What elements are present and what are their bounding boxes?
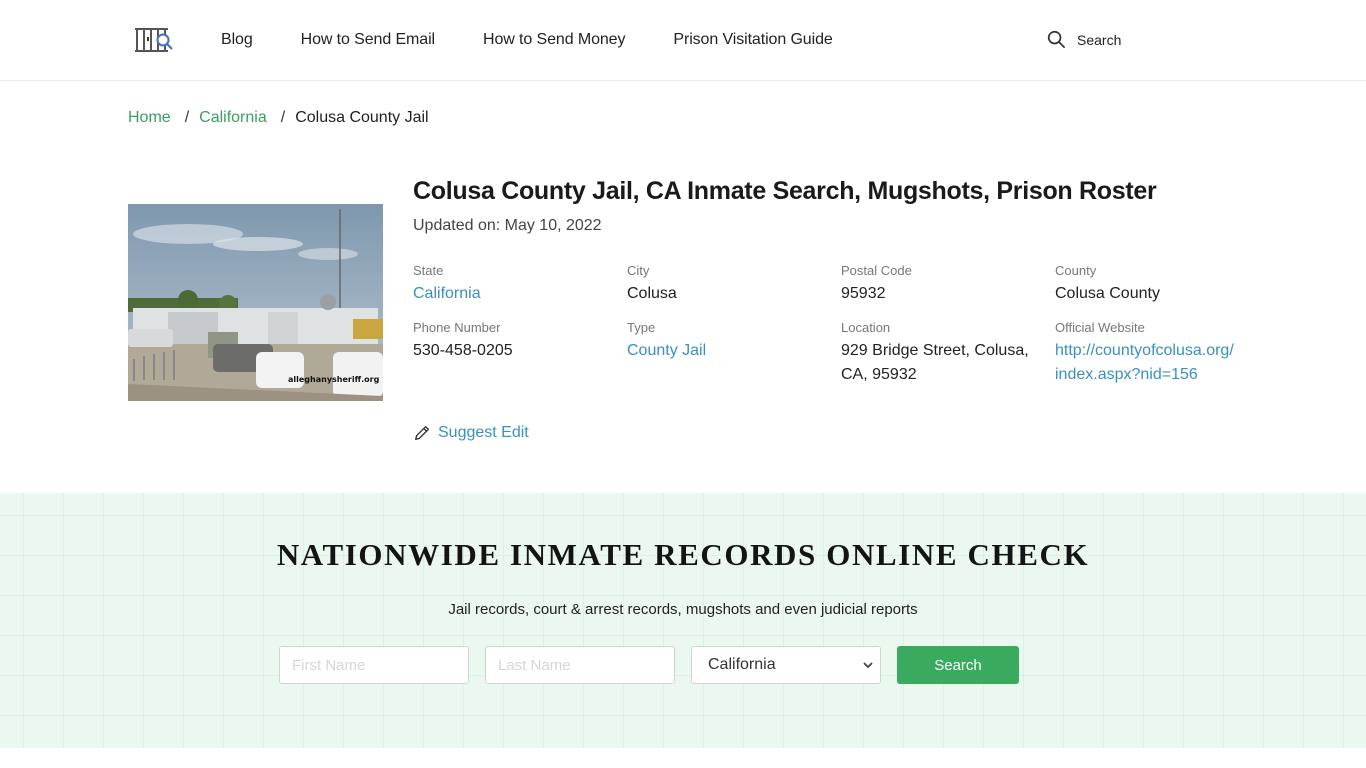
- breadcrumb-separator: /: [280, 109, 286, 126]
- info-county: County Colusa County: [1055, 263, 1273, 306]
- info-label: Phone Number: [413, 320, 501, 335]
- jail-building-image: alleghanysheriff.org: [128, 204, 383, 401]
- inmate-search-form: California Search: [279, 646, 1019, 684]
- info-label: Type: [627, 320, 656, 335]
- info-label: Location: [841, 320, 891, 335]
- search-icon: [1047, 30, 1065, 48]
- facility-photo: alleghanysheriff.org: [128, 204, 383, 401]
- nav-blog[interactable]: Blog: [221, 30, 253, 50]
- state-select[interactable]: California: [691, 646, 881, 684]
- state-link[interactable]: California: [413, 282, 627, 306]
- header-search-button[interactable]: Search: [1047, 30, 1121, 49]
- site-logo[interactable]: [134, 26, 176, 54]
- chevron-down-icon: [863, 662, 873, 669]
- info-value: Colusa: [627, 285, 677, 302]
- info-label: County: [1055, 263, 1097, 278]
- search-button[interactable]: Search: [897, 646, 1019, 684]
- site-header: Blog How to Send Email How to Send Money…: [0, 0, 1366, 81]
- info-label: City: [627, 263, 650, 278]
- main-nav: Blog How to Send Email How to Send Money…: [221, 30, 881, 50]
- breadcrumb: Home / California / Colusa County Jail: [128, 108, 429, 128]
- breadcrumb-current: Colusa County Jail: [295, 109, 429, 126]
- nav-how-to-send-email[interactable]: How to Send Email: [301, 30, 435, 50]
- info-value: 929 Bridge Street, Colusa, CA, 95932: [841, 342, 1029, 383]
- suggest-edit-label: Suggest Edit: [438, 424, 529, 441]
- breadcrumb-separator: /: [184, 109, 190, 126]
- suggest-edit-link[interactable]: Suggest Edit: [413, 424, 529, 442]
- first-name-input[interactable]: [279, 646, 469, 684]
- search-section-title: NATIONWIDE INMATE RECORDS ONLINE CHECK: [276, 537, 1090, 572]
- info-value: 95932: [841, 285, 886, 302]
- updated-date: Updated on: May 10, 2022: [413, 217, 602, 234]
- type-link[interactable]: County Jail: [627, 339, 841, 363]
- photo-watermark: alleghanysheriff.org: [288, 375, 380, 384]
- facility-info-grid: State California City Colusa Postal Code…: [413, 263, 1273, 387]
- info-label: State: [413, 263, 444, 278]
- page-title: Colusa County Jail, CA Inmate Search, Mu…: [413, 177, 1157, 205]
- info-label: Postal Code: [841, 263, 912, 278]
- info-type: Type County Jail: [627, 320, 841, 387]
- search-section-subtitle: Jail records, court & arrest records, mu…: [448, 601, 918, 618]
- nav-how-to-send-money[interactable]: How to Send Money: [483, 30, 625, 50]
- info-value: Colusa County: [1055, 285, 1160, 302]
- state-select-value: California: [708, 656, 776, 673]
- official-website-link[interactable]: http://countyofcolusa.org/ index.aspx?ni…: [1055, 339, 1273, 387]
- header-search-label: Search: [1077, 31, 1122, 48]
- inmate-search-section: NATIONWIDE INMATE RECORDS ONLINE CHECK J…: [0, 493, 1366, 748]
- breadcrumb-home[interactable]: Home: [128, 108, 171, 128]
- info-official-website: Official Website http://countyofcolusa.o…: [1055, 320, 1273, 387]
- info-state: State California: [413, 263, 627, 306]
- info-label: Official Website: [1055, 320, 1145, 335]
- jail-bars-search-icon: [135, 28, 173, 52]
- info-location: Location 929 Bridge Street, Colusa, CA, …: [841, 320, 1055, 387]
- pencil-icon: [415, 426, 429, 440]
- info-postal-code: Postal Code 95932: [841, 263, 1055, 306]
- last-name-input[interactable]: [485, 646, 675, 684]
- info-phone: Phone Number 530-458-0205: [413, 320, 627, 387]
- nav-prison-visitation-guide[interactable]: Prison Visitation Guide: [673, 30, 832, 50]
- info-city: City Colusa: [627, 263, 841, 306]
- info-value: 530-458-0205: [413, 342, 513, 359]
- breadcrumb-state[interactable]: California: [199, 108, 267, 128]
